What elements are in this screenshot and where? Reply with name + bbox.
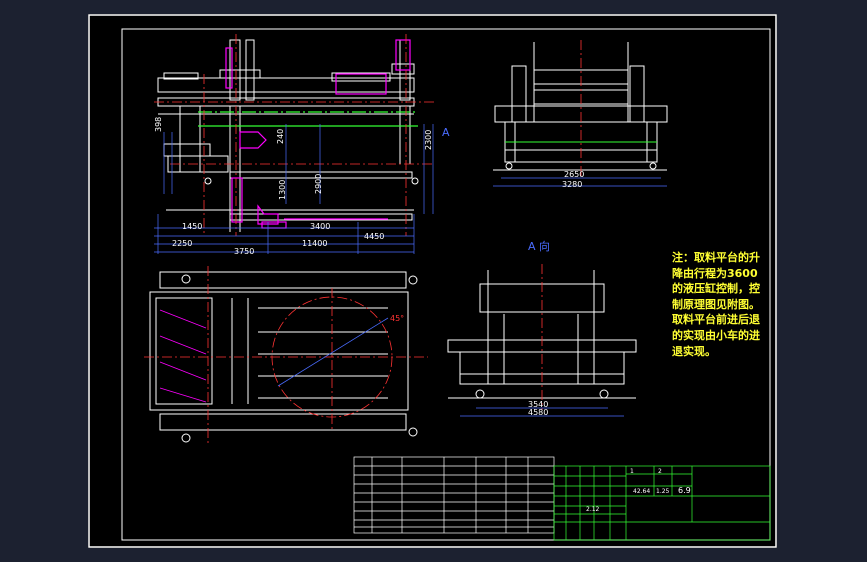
tb-num-2: 2 [658,468,662,475]
dim-4580: 4580 [528,408,549,417]
dim-2250: 2250 [172,239,193,248]
dim-3750: 3750 [234,247,255,256]
section-marker-a: A [442,126,450,139]
drawing-sheet: 1450 3400 4450 2250 11400 3750 398 240 1… [88,14,777,548]
dim-4450: 4450 [364,232,385,241]
dim-240: 240 [276,128,285,144]
tb-num-4264: 42.64 [633,488,651,495]
dim-3280: 3280 [562,180,583,189]
end-view-top [493,42,668,171]
dim-2650: 2650 [564,170,585,179]
tb-num-1: 1 [630,468,634,475]
dim-11400: 11400 [302,239,328,248]
front-view [157,39,419,232]
dim-2900: 2900 [314,173,323,194]
title-block [553,465,771,541]
drawing-note: 注：取料平台的升降由行程为3600的液压缸控制，控制原理图见附图。取料平台前进后… [672,251,760,358]
view-label-a: A 向 [528,240,551,253]
dim-angle: 45° [390,314,405,323]
plan-view-centerlines [144,266,428,446]
plan-view-magenta [159,309,207,403]
tb-num-69: 6.9 [678,486,691,495]
dim-398: 398 [154,116,163,132]
dim-1450: 1450 [182,222,203,231]
dim-2300: 2300 [424,129,433,150]
tb-dim-212: 2.12 [586,506,600,513]
dim-1300: 1300 [278,179,287,200]
dim-3400: 3400 [310,222,331,231]
parts-list-table [353,456,555,534]
tb-num-125: 1.25 [656,488,670,495]
